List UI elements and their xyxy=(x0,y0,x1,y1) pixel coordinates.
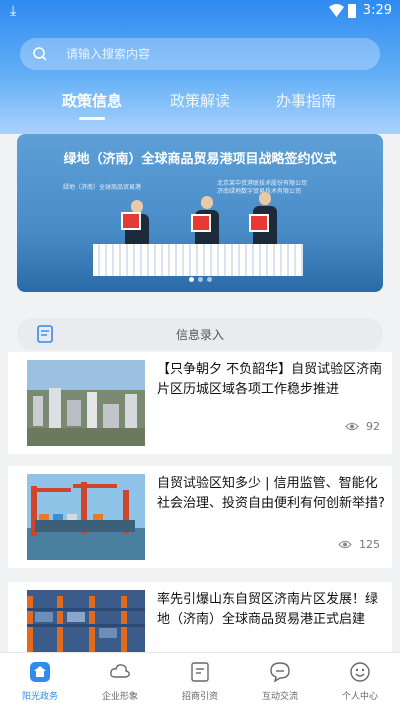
document-icon xyxy=(191,662,209,682)
wifi-icon xyxy=(329,4,344,17)
carousel-dot[interactable] xyxy=(206,277,212,282)
tab-label: 政策解读 xyxy=(170,92,231,110)
news-thumbnail xyxy=(27,474,145,560)
battery-icon xyxy=(348,4,356,18)
nav-item-sunshine-affairs[interactable]: 阳光政务 xyxy=(0,661,80,702)
news-item[interactable]: 自贸试验区知多少 | 信用监管、智能化社会治理、投资自由便利有何创新举措? 12… xyxy=(8,466,392,568)
nav-item-interaction[interactable]: 互动交流 xyxy=(240,661,320,702)
bottom-nav: 阳光政务 企业形象 招商引资 互动交流 个人中心 xyxy=(0,652,400,710)
status-bar: ⤓ 3:29 xyxy=(0,0,400,24)
signed-document xyxy=(249,214,269,232)
search-icon xyxy=(33,47,47,61)
nav-label: 企业形象 xyxy=(101,692,138,702)
carousel-dot[interactable] xyxy=(188,277,194,282)
view-count: 125 xyxy=(337,538,380,551)
news-title: 自贸试验区知多少 | 信用监管、智能化社会治理、投资自由便利有何创新举措? xyxy=(157,476,385,511)
nav-label: 个人中心 xyxy=(341,692,378,702)
nav-label: 招商引资 xyxy=(181,692,218,702)
news-title: 【只争朝夕 不负韶华】自贸试验区济南片区历城区域各项工作稳步推进 xyxy=(157,362,383,397)
nav-label: 互动交流 xyxy=(261,692,298,702)
tab-label: 办事指南 xyxy=(276,92,337,110)
banner-title: 绿地（济南）全球商品贸易港项目战略签约仪式 xyxy=(63,152,337,167)
caption-line: 北京某中资港联技术股份有限公司 xyxy=(217,180,308,187)
tab-label: 政策信息 xyxy=(62,92,123,110)
cloud-icon xyxy=(110,664,130,678)
news-thumbnail xyxy=(27,360,145,446)
tab-bar: 政策信息 政策解读 办事指南 xyxy=(0,90,400,122)
banner-carousel[interactable]: 绿地（济南）全球商品贸易港项目战略签约仪式 绿地（济南）全球商品贸易港 北京某中… xyxy=(17,134,383,292)
view-count: 92 xyxy=(344,420,380,433)
view-count-value: 92 xyxy=(366,420,380,433)
info-entry-label: 信息录入 xyxy=(175,328,224,342)
news-item[interactable]: 率先引爆山东自贸区济南片区发展！绿地（济南）全球商品贸易港正式启建 xyxy=(8,582,392,652)
tab-policy-interpretation[interactable]: 政策解读 xyxy=(170,90,230,112)
signed-document xyxy=(191,214,211,232)
news-title: 率先引爆山东自贸区济南片区发展！绿地（济南）全球商品贸易港正式启建 xyxy=(157,592,379,627)
carousel-indicator xyxy=(17,267,383,286)
news-item[interactable]: 【只争朝夕 不负韶华】自贸试验区济南片区历城区域各项工作稳步推进 92 xyxy=(8,352,392,454)
tab-indicator xyxy=(79,117,105,120)
nav-item-investment[interactable]: 招商引资 xyxy=(160,661,240,702)
nav-item-personal-center[interactable]: 个人中心 xyxy=(320,661,400,702)
tab-service-guide[interactable]: 办事指南 xyxy=(276,90,336,112)
eye-icon xyxy=(337,540,352,549)
download-icon: ⤓ xyxy=(10,3,17,19)
smile-icon xyxy=(350,662,370,682)
banner-left-caption: 绿地（济南）全球商品贸易港 xyxy=(63,184,142,191)
home-icon xyxy=(30,662,50,682)
header: ⤓ 3:29 请输入搜索内容 政策信息 政策解读 办事指南 xyxy=(0,0,400,134)
view-count-value: 125 xyxy=(359,538,380,551)
news-thumbnail xyxy=(27,590,145,652)
search-bar[interactable]: 请输入搜索内容 xyxy=(20,38,380,70)
clock: 3:29 xyxy=(362,3,392,18)
search-placeholder[interactable]: 请输入搜索内容 xyxy=(66,45,150,63)
info-entry-bar[interactable]: 信息录入 xyxy=(17,318,383,350)
carousel-dot[interactable] xyxy=(197,277,203,282)
nav-item-enterprise-image[interactable]: 企业形象 xyxy=(80,661,160,702)
eye-icon xyxy=(344,422,359,431)
nav-label: 阳光政务 xyxy=(21,692,58,702)
tab-policy-info[interactable]: 政策信息 xyxy=(62,90,123,120)
signed-document xyxy=(121,212,141,230)
chat-icon xyxy=(270,662,290,683)
